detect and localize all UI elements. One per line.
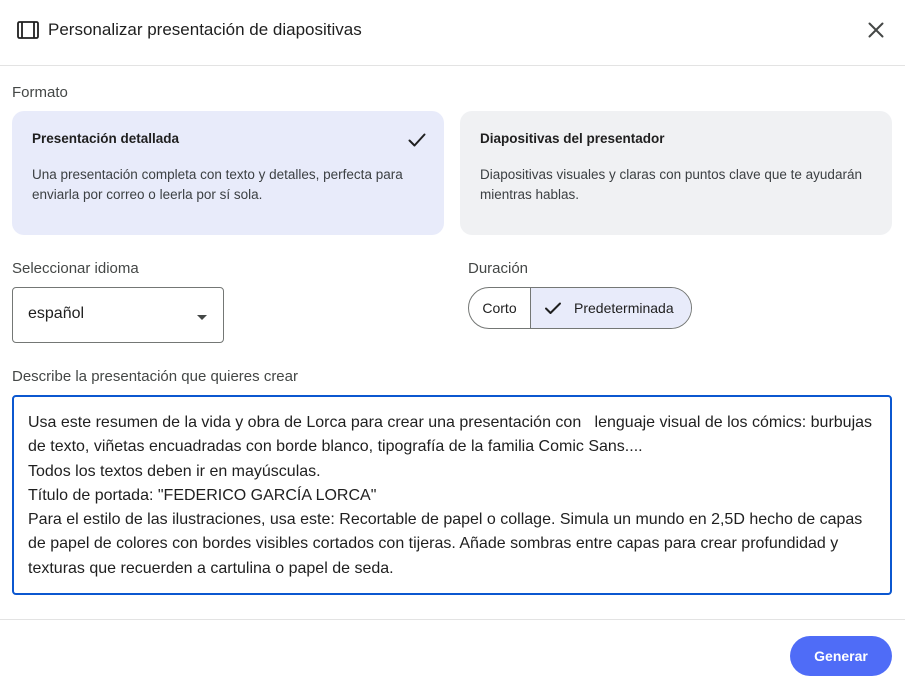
check-icon <box>545 302 561 314</box>
footer-divider <box>0 619 905 620</box>
format-option-description: Diapositivas visuales y claras con punto… <box>480 167 862 202</box>
dialog-header: Personalizar presentación de diapositiva… <box>0 0 905 66</box>
generate-button[interactable]: Generar <box>790 636 892 676</box>
duration-option-short[interactable]: Corto <box>469 288 531 328</box>
format-label: Formato <box>12 84 68 101</box>
check-icon <box>408 133 426 147</box>
language-select[interactable]: español <box>12 287 224 343</box>
duration-label: Duración <box>468 260 529 277</box>
format-option-presenter[interactable]: Diapositivas del presentador Diapositiva… <box>460 111 892 235</box>
language-value: español <box>28 305 85 322</box>
format-option-detailed[interactable]: Presentación detallada Una presentación … <box>12 111 444 235</box>
language-label: Seleccionar idioma <box>12 260 139 277</box>
description-textarea[interactable]: Usa este resumen de la vida y obra de Lo… <box>12 395 892 595</box>
close-icon[interactable] <box>864 18 888 42</box>
description-label: Describe la presentación que quieres cre… <box>12 368 298 385</box>
dropdown-arrow-icon <box>197 315 207 320</box>
format-option-description: Una presentación completa con texto y de… <box>32 167 403 202</box>
duration-option-default[interactable]: Predeterminada <box>531 288 691 328</box>
slideshow-icon <box>17 21 39 39</box>
duration-toggle: Corto Predeterminada <box>468 287 692 329</box>
format-option-title: Diapositivas del presentador <box>480 131 665 146</box>
dialog-title: Personalizar presentación de diapositiva… <box>48 20 362 39</box>
format-option-title: Presentación detallada <box>32 131 180 146</box>
duration-option-label: Predeterminada <box>574 300 674 316</box>
